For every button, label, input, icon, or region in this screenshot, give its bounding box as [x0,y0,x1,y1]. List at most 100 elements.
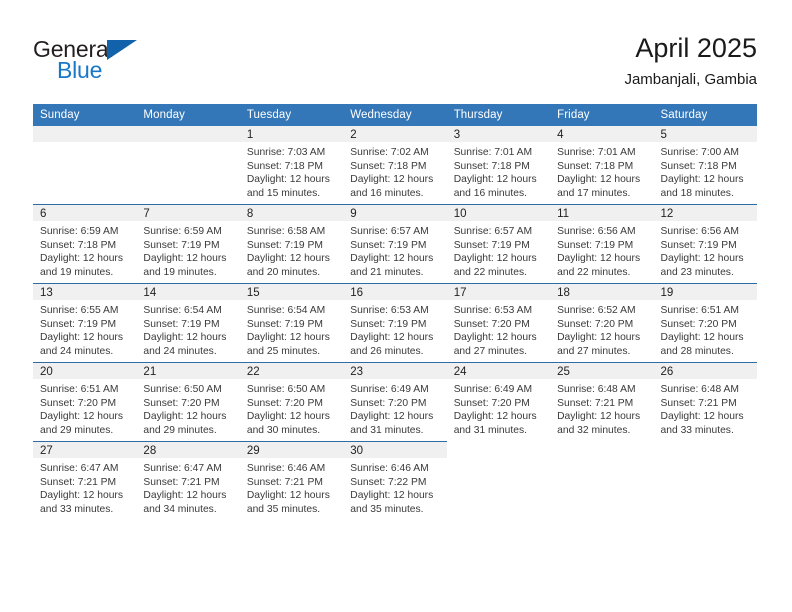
sunrise-text: Sunrise: 6:48 AM [660,384,739,395]
day-details: Sunrise: 6:57 AM Sunset: 7:19 PM Daylight:… [343,221,446,279]
day-details: Sunrise: 6:49 AM Sunset: 7:20 PM Daylight:… [343,379,446,437]
calendar-day-cell[interactable]: 1 Sunrise: 7:03 AM Sunset: 7:18 PM Daylight… [239,126,344,205]
location-subtitle: Jambanjali, Gambia [624,71,757,88]
daylight-text: Daylight: 12 hours and 27 minutes. [557,332,641,357]
calendar-day-cell[interactable]: 26 Sunrise: 6:48 AM Sunset: 7:21 PM Dayligh… [653,362,757,442]
calendar-day-cell[interactable]: 6 Sunrise: 6:59 AM Sunset: 7:18 PM Daylight… [33,204,137,284]
day-details: Sunrise: 6:56 AM Sunset: 7:19 PM Daylight:… [654,221,757,279]
day-details: Sunrise: 6:56 AM Sunset: 7:19 PM Daylight:… [550,221,653,279]
day-number: 20 [33,363,137,379]
calendar-day-cell[interactable]: 30 Sunrise: 6:46 AM Sunset: 7:22 PM Dayligh… [343,441,447,520]
sunset-text: Sunset: 7:19 PM [350,239,427,251]
day-number [33,126,137,142]
calendar-day-cell[interactable]: 19 Sunrise: 6:51 AM Sunset: 7:20 PM Dayligh… [653,283,757,363]
sunrise-text: Sunrise: 6:48 AM [557,384,636,395]
day-number: 1 [239,126,344,142]
sunset-text: Sunset: 7:20 PM [557,318,634,330]
calendar-day-cell[interactable]: 29 Sunrise: 6:46 AM Sunset: 7:21 PM Dayligh… [239,441,344,520]
calendar-day-cell[interactable]: 4 Sunrise: 7:01 AM Sunset: 7:18 PM Daylight… [550,126,654,205]
day-number: 16 [343,284,447,300]
day-number: 21 [136,363,240,379]
calendar-day-cell[interactable]: 25 Sunrise: 6:48 AM Sunset: 7:21 PM Dayligh… [550,362,654,442]
day-number [136,126,240,142]
calendar-day-cell[interactable]: 13 Sunrise: 6:55 AM Sunset: 7:19 PM Dayligh… [33,283,137,363]
sunrise-text: Sunrise: 7:01 AM [453,147,533,158]
sunrise-text: Sunrise: 7:00 AM [660,147,739,158]
day-number: 27 [33,442,137,458]
calendar-cell-empty [653,441,757,520]
calendar-day-cell[interactable]: 22 Sunrise: 6:50 AM Sunset: 7:20 PM Dayligh… [239,362,344,442]
sunset-text: Sunset: 7:20 PM [453,318,530,330]
calendar-day-cell[interactable]: 27 Sunrise: 6:47 AM Sunset: 7:21 PM Dayligh… [33,441,137,520]
calendar-day-cell[interactable]: 7 Sunrise: 6:59 AM Sunset: 7:19 PM Daylight… [136,204,240,284]
sunrise-text: Sunrise: 6:57 AM [453,226,533,237]
daylight-text: Daylight: 12 hours and 34 minutes. [143,490,227,515]
calendar-grid: Sunday Monday Tuesday Wednesday Thursday Frid… [33,104,757,520]
sunset-text: Sunset: 7:19 PM [246,239,323,251]
daylight-text: Daylight: 12 hours and 35 minutes. [350,490,434,515]
brand-logo[interactable]: General Blue [33,36,163,84]
daylight-text: Daylight: 12 hours and 33 minutes. [660,411,744,436]
sunset-text: Sunset: 7:21 PM [40,476,117,488]
daylight-text: Daylight: 12 hours and 19 minutes. [143,253,227,278]
calendar-week-row: 27 Sunrise: 6:47 AM Sunset: 7:21 PM Dayligh… [33,441,757,520]
sunset-text: Sunset: 7:19 PM [40,318,117,330]
calendar-day-cell[interactable]: 3 Sunrise: 7:01 AM Sunset: 7:18 PM Daylight… [446,126,551,205]
calendar-day-cell[interactable]: 24 Sunrise: 6:49 AM Sunset: 7:20 PM Dayligh… [446,362,551,442]
calendar-cell-empty [446,441,551,520]
calendar-day-cell[interactable]: 18 Sunrise: 6:52 AM Sunset: 7:20 PM Dayligh… [550,283,654,363]
calendar-day-cell[interactable]: 28 Sunrise: 6:47 AM Sunset: 7:21 PM Dayligh… [136,441,240,520]
day-details: Sunrise: 6:47 AM Sunset: 7:21 PM Daylight:… [136,458,239,516]
calendar-day-cell[interactable]: 5 Sunrise: 7:00 AM Sunset: 7:18 PM Daylight… [653,126,757,205]
calendar-day-cell[interactable]: 17 Sunrise: 6:53 AM Sunset: 7:20 PM Dayligh… [446,283,551,363]
day-number: 18 [550,284,654,300]
sunrise-text: Sunrise: 6:50 AM [246,384,326,395]
calendar-day-cell[interactable]: 20 Sunrise: 6:51 AM Sunset: 7:20 PM Dayligh… [33,362,137,442]
sunrise-text: Sunrise: 6:53 AM [350,305,429,316]
weekday-header-tuesday: Tuesday [239,104,344,126]
calendar-day-cell[interactable]: 9 Sunrise: 6:57 AM Sunset: 7:19 PM Daylight… [343,204,447,284]
daylight-text: Daylight: 12 hours and 22 minutes. [557,253,641,278]
daylight-text: Daylight: 12 hours and 28 minutes. [660,332,744,357]
daylight-text: Daylight: 12 hours and 17 minutes. [557,174,641,199]
calendar-day-cell[interactable]: 2 Sunrise: 7:02 AM Sunset: 7:18 PM Daylight… [343,126,447,205]
sunset-text: Sunset: 7:21 PM [143,476,220,488]
day-number: 12 [653,205,757,221]
sunset-text: Sunset: 7:19 PM [660,239,737,251]
daylight-text: Daylight: 12 hours and 23 minutes. [660,253,744,278]
sunrise-text: Sunrise: 6:51 AM [660,305,739,316]
sunset-text: Sunset: 7:18 PM [557,160,634,172]
page-title: April 2025 [635,33,757,63]
calendar-day-cell[interactable]: 10 Sunrise: 6:57 AM Sunset: 7:19 PM Dayligh… [446,204,551,284]
calendar-day-cell[interactable]: 23 Sunrise: 6:49 AM Sunset: 7:20 PM Dayligh… [343,362,447,442]
day-details: Sunrise: 6:53 AM Sunset: 7:20 PM Daylight:… [447,300,550,358]
daylight-text: Daylight: 12 hours and 35 minutes. [246,490,330,515]
sunrise-text: Sunrise: 7:03 AM [246,147,326,158]
calendar-day-cell[interactable]: 12 Sunrise: 6:56 AM Sunset: 7:19 PM Dayligh… [653,204,757,284]
day-details: Sunrise: 6:59 AM Sunset: 7:19 PM Daylight:… [136,221,239,279]
calendar-day-cell[interactable]: 8 Sunrise: 6:58 AM Sunset: 7:19 PM Daylight… [239,204,344,284]
sunset-text: Sunset: 7:20 PM [660,318,737,330]
day-number: 14 [136,284,240,300]
calendar-day-cell[interactable]: 11 Sunrise: 6:56 AM Sunset: 7:19 PM Dayligh… [550,204,654,284]
calendar-day-cell[interactable]: 16 Sunrise: 6:53 AM Sunset: 7:19 PM Dayligh… [343,283,447,363]
daylight-text: Daylight: 12 hours and 29 minutes. [143,411,227,436]
day-details: Sunrise: 7:01 AM Sunset: 7:18 PM Daylight:… [550,142,653,200]
calendar-week-row: 6 Sunrise: 6:59 AM Sunset: 7:18 PM Daylight… [33,204,757,284]
calendar-day-cell[interactable]: 21 Sunrise: 6:50 AM Sunset: 7:20 PM Dayligh… [136,362,240,442]
weekday-header-saturday: Saturday [653,104,757,126]
sunset-text: Sunset: 7:21 PM [557,397,634,409]
calendar-day-cell[interactable]: 15 Sunrise: 6:54 AM Sunset: 7:19 PM Dayligh… [239,283,344,363]
calendar-day-cell[interactable]: 14 Sunrise: 6:54 AM Sunset: 7:19 PM Dayligh… [136,283,240,363]
day-number: 8 [239,205,344,221]
sunset-text: Sunset: 7:22 PM [350,476,427,488]
day-details: Sunrise: 6:51 AM Sunset: 7:20 PM Daylight:… [654,300,757,358]
day-details: Sunrise: 6:58 AM Sunset: 7:19 PM Daylight:… [240,221,343,279]
day-number: 17 [446,284,551,300]
sunrise-text: Sunrise: 6:58 AM [246,226,326,237]
day-number: 3 [446,126,551,142]
daylight-text: Daylight: 12 hours and 29 minutes. [40,411,123,436]
sunrise-text: Sunrise: 6:56 AM [660,226,739,237]
calendar-week-row: 1 Sunrise: 7:03 AM Sunset: 7:18 PM Daylight… [33,126,757,205]
sunrise-text: Sunrise: 6:52 AM [557,305,636,316]
